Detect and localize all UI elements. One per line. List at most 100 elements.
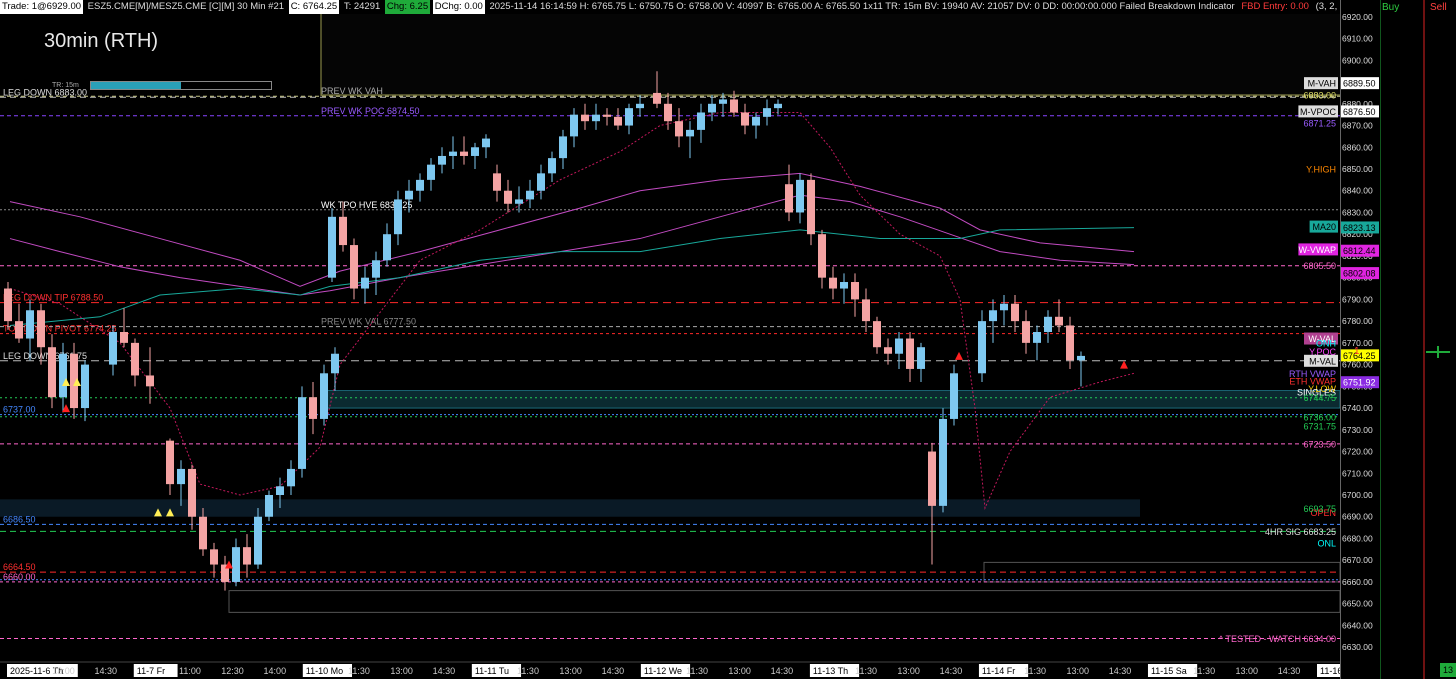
level-label-10: 6737.00 xyxy=(3,405,36,415)
candle-body-11 xyxy=(146,375,154,387)
candle-body-14 xyxy=(188,468,196,517)
right-label-16: 6744.75 xyxy=(1303,393,1336,403)
right-label-11: M-VAL xyxy=(1309,356,1336,366)
candle-body-74 xyxy=(840,282,848,289)
price-tag-3: 6812.44 xyxy=(1343,246,1376,256)
level-label-1: PREV WK VAH xyxy=(321,86,383,96)
time-label-9: 13:00 xyxy=(390,666,413,676)
time-label-24: 11:30 xyxy=(1024,666,1046,676)
price-tick-14: 6780.00 xyxy=(1342,316,1373,326)
price-tag-0: 6889.50 xyxy=(1343,79,1376,89)
singles-zone xyxy=(320,390,1340,409)
candle-body-31 xyxy=(361,277,369,289)
price-tag-2: 6823.13 xyxy=(1343,223,1376,233)
candle-body-92 xyxy=(1055,316,1063,326)
candle-body-77 xyxy=(873,321,881,348)
position-quantity: 1 xyxy=(1354,346,1360,357)
time-label-14: 14:30 xyxy=(602,666,625,676)
time-label-20: 11:30 xyxy=(855,666,877,676)
candle-body-25 xyxy=(309,397,317,419)
candle-body-71 xyxy=(807,179,815,235)
candle-body-80 xyxy=(906,338,914,369)
candle-body-36 xyxy=(416,179,424,191)
candle-body-8 xyxy=(109,332,117,365)
time-label-11: 11-11 Tu xyxy=(475,666,509,676)
candle-body-28 xyxy=(328,216,336,278)
candle-body-45 xyxy=(515,199,523,204)
price-tick-27: 6650.00 xyxy=(1342,599,1373,609)
right-label-2: M-VPOC xyxy=(1300,107,1337,117)
time-label-22: 14:30 xyxy=(940,666,963,676)
time-label-18: 14:30 xyxy=(771,666,794,676)
buy-button[interactable]: Buy xyxy=(1380,0,1410,16)
tr-progress-fill xyxy=(91,82,181,89)
candle-body-81 xyxy=(917,347,925,369)
sell-button[interactable]: Sell xyxy=(1428,0,1456,16)
candle-body-84 xyxy=(950,373,958,419)
candle-body-35 xyxy=(405,190,413,200)
candle-body-47 xyxy=(537,173,545,191)
candle-body-60 xyxy=(686,129,694,137)
time-label-2: 14:30 xyxy=(95,666,118,676)
candle-body-12 xyxy=(166,440,174,485)
price-tag-4: 6802.08 xyxy=(1343,269,1376,279)
candle-body-40 xyxy=(460,151,468,156)
candle-body-54 xyxy=(614,116,622,126)
tr-label: TR: 15m xyxy=(52,82,79,89)
time-label-15: 11-12 We xyxy=(644,666,682,676)
price-tick-0: 6920.00 xyxy=(1342,12,1373,22)
price-tick-13: 6790.00 xyxy=(1342,294,1373,304)
price-tick-28: 6640.00 xyxy=(1342,620,1373,630)
candle-body-24 xyxy=(298,397,306,469)
level-label-7: PREV WK VAL 6777.50 xyxy=(321,317,416,327)
candle-body-29 xyxy=(339,216,347,246)
right-label-1: 6883.00 xyxy=(1303,91,1336,101)
price-axis[interactable]: 6920.006910.006900.006890.006880.006870.… xyxy=(1340,0,1380,679)
candle-body-79 xyxy=(895,338,903,354)
time-label-4: 11:00 xyxy=(179,666,201,676)
vwap-dotted-line xyxy=(9,111,1135,510)
level-label-2: PREV WK POC 6874.50 xyxy=(321,106,420,116)
candle-body-67 xyxy=(763,108,771,117)
candle-body-94 xyxy=(1077,355,1085,361)
price-tick-7: 6850.00 xyxy=(1342,164,1373,174)
candle-body-76 xyxy=(862,299,870,322)
ma20-line xyxy=(9,227,1135,326)
candle-body-55 xyxy=(625,108,633,126)
right-label-7: 6805.50 xyxy=(1303,261,1336,271)
time-label-26: 14:30 xyxy=(1109,666,1132,676)
candle-body-78 xyxy=(884,347,892,354)
time-label-23: 11-14 Fr xyxy=(982,666,1015,676)
candle-body-7 xyxy=(81,364,89,409)
right-label-4: Y.HIGH xyxy=(1306,165,1336,175)
candle-body-73 xyxy=(829,277,837,289)
candle-body-91 xyxy=(1044,316,1052,332)
time-label-25: 13:00 xyxy=(1066,666,1089,676)
candle-body-42 xyxy=(482,138,490,148)
candle-body-58 xyxy=(664,103,672,122)
price-tick-1: 6910.00 xyxy=(1342,34,1373,44)
right-label-18: 6731.75 xyxy=(1303,421,1336,431)
candle-body-51 xyxy=(581,114,589,122)
candle-body-69 xyxy=(785,184,793,213)
candle-body-27 xyxy=(331,353,339,374)
candle-body-43 xyxy=(493,173,501,191)
candle-body-72 xyxy=(818,234,826,278)
price-tick-18: 6740.00 xyxy=(1342,403,1373,413)
candle-body-66 xyxy=(752,116,760,126)
price-tick-20: 6720.00 xyxy=(1342,447,1373,457)
candle-body-49 xyxy=(559,136,567,159)
candle-body-46 xyxy=(526,190,534,200)
candle-body-37 xyxy=(427,164,435,180)
candle-body-26 xyxy=(320,373,328,419)
candle-body-93 xyxy=(1066,325,1074,361)
candle-body-85 xyxy=(978,321,986,374)
price-chart[interactable]: LEG DOWN 6883.00 PREV WK VAHPREV WK POC 6… xyxy=(0,0,1340,679)
price-tick-5: 6870.00 xyxy=(1342,121,1373,131)
panel-count-badge: 13 xyxy=(1440,663,1456,677)
price-tick-26: 6660.00 xyxy=(1342,577,1373,587)
candle-body-4 xyxy=(48,347,56,398)
right-label-6: W-VWAP xyxy=(1299,245,1337,255)
time-label-27: 11-15 Sa xyxy=(1151,666,1187,676)
time-label-6: 14:00 xyxy=(264,666,287,676)
